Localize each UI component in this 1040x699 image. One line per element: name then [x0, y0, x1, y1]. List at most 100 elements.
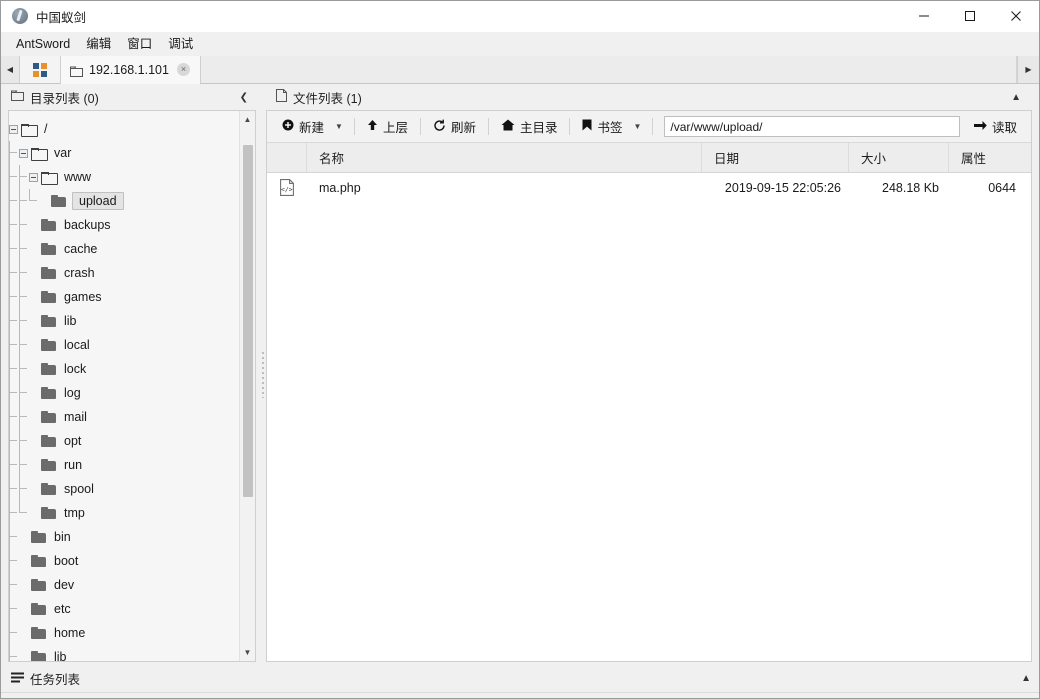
tree-node-var[interactable]: var: [9, 141, 239, 165]
menu-item-debug[interactable]: 调试: [161, 34, 200, 54]
tree-collapse-toggle[interactable]: [9, 125, 18, 134]
tree-guide: [9, 429, 19, 453]
tree-node-lock[interactable]: lock: [9, 357, 239, 381]
tree-node-mail[interactable]: mail: [9, 405, 239, 429]
tree-node-lib[interactable]: lib: [9, 309, 239, 333]
folder-icon: [41, 387, 56, 399]
tree-guide: [19, 381, 29, 405]
bookmark-dropdown-caret-icon[interactable]: ▼: [632, 119, 650, 134]
antsword-logo-icon: [12, 8, 28, 24]
menu-item-antsword[interactable]: AntSword: [9, 34, 77, 54]
arrow-right-icon: [974, 120, 987, 134]
folder-icon: [41, 243, 56, 255]
home-button[interactable]: 主目录: [492, 114, 567, 139]
column-header-size[interactable]: 大小: [849, 143, 949, 172]
tree-node-cache[interactable]: cache: [9, 237, 239, 261]
tab-scroll-left-icon[interactable]: ◀: [1, 56, 20, 83]
directory-panel: 目录列表 (0) ❮ /varwwwuploadbackupscachecras…: [1, 84, 259, 665]
scrollbar-thumb[interactable]: [243, 145, 253, 497]
tree-node-label: home: [53, 626, 85, 640]
column-header-date[interactable]: 日期: [702, 143, 849, 172]
scroll-up-icon[interactable]: ▲: [240, 111, 255, 128]
read-button-label: 读取: [992, 117, 1017, 136]
folder-icon: [41, 363, 56, 375]
scroll-down-icon[interactable]: ▼: [240, 644, 255, 661]
tab-close-icon[interactable]: ×: [177, 63, 190, 76]
file-attr-cell: 0644: [949, 173, 1031, 202]
tree-guide: [19, 285, 29, 309]
tree-node-boot[interactable]: boot: [9, 549, 239, 573]
tree-node-lib[interactable]: lib: [9, 645, 239, 661]
tree-guide: [19, 165, 29, 189]
tree-guide: [9, 405, 19, 429]
php-file-icon: </>: [267, 173, 307, 202]
tab-strip: ◀ 192.168.1.101 × ▶: [1, 56, 1039, 84]
tree-node-upload[interactable]: upload: [9, 189, 239, 213]
directory-tree[interactable]: /varwwwuploadbackupscachecrashgamesliblo…: [9, 111, 239, 661]
tree-node-games[interactable]: games: [9, 285, 239, 309]
up-button[interactable]: 上层: [358, 114, 417, 139]
tree-node-www[interactable]: www: [9, 165, 239, 189]
tree-guide: [19, 477, 29, 501]
task-list-collapse-icon[interactable]: ▲: [1021, 673, 1031, 684]
tree-node-dev[interactable]: dev: [9, 573, 239, 597]
new-button[interactable]: 新建: [273, 114, 333, 139]
tree-node-label: log: [63, 386, 81, 400]
minimize-icon[interactable]: [901, 1, 947, 32]
menu-item-edit[interactable]: 编辑: [79, 34, 118, 54]
directory-tree-scrollbar[interactable]: ▲ ▼: [239, 111, 255, 661]
tree-node-backups[interactable]: backups: [9, 213, 239, 237]
tree-node-log[interactable]: log: [9, 381, 239, 405]
tree-node-label: /: [43, 122, 47, 136]
folder-icon: [11, 90, 24, 104]
read-button[interactable]: 读取: [966, 114, 1025, 139]
column-header-icon[interactable]: [267, 143, 307, 172]
tree-guide: [9, 285, 19, 309]
folder-icon: [31, 651, 46, 661]
tab-scroll-right-icon[interactable]: ▶: [1017, 56, 1039, 83]
tree-node-crash[interactable]: crash: [9, 261, 239, 285]
tree-collapse-toggle[interactable]: [29, 173, 38, 182]
task-list-bar[interactable]: 任务列表 ▲: [1, 665, 1039, 692]
new-dropdown-caret-icon[interactable]: ▼: [333, 119, 351, 134]
folder-icon: [31, 627, 46, 639]
column-header-name[interactable]: 名称: [307, 143, 702, 172]
tree-node-etc[interactable]: etc: [9, 597, 239, 621]
tree-node-spool[interactable]: spool: [9, 477, 239, 501]
tree-node-bin[interactable]: bin: [9, 525, 239, 549]
panel-splitter[interactable]: [259, 84, 266, 665]
column-header-attr[interactable]: 属性: [949, 143, 1031, 172]
home-icon: [501, 119, 515, 134]
tree-guide: [19, 213, 29, 237]
tree-node-local[interactable]: local: [9, 333, 239, 357]
path-input[interactable]: [664, 116, 960, 137]
close-icon[interactable]: [993, 1, 1039, 32]
refresh-icon: [433, 119, 446, 135]
file-panel-collapse-icon[interactable]: ▲: [1008, 92, 1024, 103]
list-icon: [11, 672, 24, 686]
folder-icon: [41, 483, 56, 495]
tree-guide: [9, 237, 19, 261]
tree-node-label: boot: [53, 554, 78, 568]
tree-node-[interactable]: /: [9, 117, 239, 141]
maximize-icon[interactable]: [947, 1, 993, 32]
table-row[interactable]: </>ma.php2019-09-15 22:05:26248.18 Kb064…: [267, 173, 1031, 202]
tree-guide: [19, 357, 29, 381]
bookmark-button[interactable]: 书签: [573, 114, 631, 139]
tree-node-opt[interactable]: opt: [9, 429, 239, 453]
tree-guide: [9, 165, 19, 189]
directory-panel-collapse-icon[interactable]: ❮: [237, 92, 251, 103]
tab-192-168-1-101[interactable]: 192.168.1.101 ×: [61, 56, 201, 83]
tree-node-run[interactable]: run: [9, 453, 239, 477]
tree-node-tmp[interactable]: tmp: [9, 501, 239, 525]
grid-view-icon[interactable]: [20, 56, 61, 83]
tree-node-home[interactable]: home: [9, 621, 239, 645]
tree-guide: [19, 189, 29, 213]
tree-collapse-toggle[interactable]: [19, 149, 28, 158]
tree-guide: [9, 501, 19, 525]
toolbar-separator: [488, 118, 489, 135]
tab-label: 192.168.1.101: [89, 63, 169, 77]
menu-item-window[interactable]: 窗口: [120, 34, 159, 54]
tree-guide: [19, 429, 29, 453]
refresh-button[interactable]: 刷新: [424, 114, 485, 139]
